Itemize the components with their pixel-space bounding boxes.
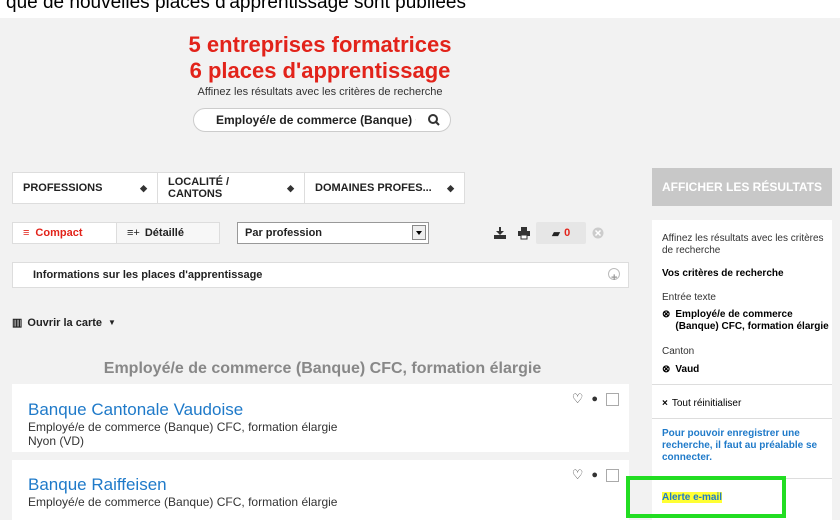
profession-section-title: Employé/e de commerce (Banque) CFC, form… [103,360,542,377]
result-card: Banque Cantonale Vaudoise Employé/e de c… [12,384,629,452]
sort-select-value: Par profession [245,227,323,239]
chevron-down-icon: ▼ [108,318,116,327]
result-location: Nyon (VD) [28,434,85,448]
result-actions: ♡ ● [572,467,619,483]
info-bar-label: Informations sur les places d'apprentiss… [33,269,263,281]
filter-domains[interactable]: DOMAINES PROFES... ◆ [305,173,464,203]
chevron-down-icon [412,225,426,240]
select-checkbox[interactable] [606,468,619,482]
remove-icon[interactable]: ⊗ [662,364,670,376]
places-count-title: 6 places d'apprentissage [189,58,451,83]
detailed-label: Détaillé [144,227,184,239]
sidebar-canton-value: Vaud [675,364,700,375]
clear-icon[interactable] [586,222,610,244]
close-icon: × [662,398,668,409]
sidebar-canton-label: Canton [662,346,695,357]
compact-view-toggle[interactable]: ≡ Compact [12,222,117,244]
filter-domains-label: DOMAINES PROFES... [315,182,432,194]
login-note-link[interactable]: Pour pouvoir enregistrer une recherche, … [662,428,822,464]
result-profession: Employé/e de commerce (Banque) CFC, form… [28,420,338,434]
company-name-link[interactable]: Banque Cantonale Vaudoise [28,400,629,420]
hero-subtitle: Affinez les résultats avec les critères … [197,86,443,98]
sidebar-text-entry-value: Employé/e de commerce (Banque) CFC, form… [675,309,829,332]
companies-count-title: 5 entreprises formatrices [188,32,452,57]
result-card: Banque Raiffeisen Employé/e de commerce … [12,460,629,520]
sort-arrows-icon: ◆ [447,182,454,193]
search-input[interactable]: Employé/e de commerce (Banque) CF( [216,113,416,127]
banner-text: que de nouvelles places d'apprentissage … [6,0,466,13]
show-results-button[interactable]: AFFICHER LES RÉSULTATS [652,168,832,206]
map-icon: ▥ [12,317,23,329]
sort-arrows-icon: ◆ [140,182,147,193]
filter-professions[interactable]: PROFESSIONS ◆ [13,173,158,203]
sidebar-divider [652,384,832,385]
remove-icon[interactable]: ⊗ [662,309,670,333]
filter-professions-label: PROFESSIONS [23,182,103,194]
company-name-link[interactable]: Banque Raiffeisen [28,475,629,495]
cart-counter[interactable]: ▰ 0 [536,222,586,244]
print-icon[interactable] [512,222,536,244]
filter-bar: PROFESSIONS ◆ LOCALITÉ / CANTONS ◆ DOMAI… [12,172,465,204]
search-icon[interactable] [426,112,442,128]
map-pin-icon[interactable]: ● [591,393,598,405]
filter-locality-label: LOCALITÉ / CANTONS [168,176,230,200]
list-plus-icon: ≡+ [127,227,140,239]
detailed-view-toggle[interactable]: ≡+ Détaillé [116,222,220,244]
result-actions: ♡ ● [572,391,619,407]
open-map-label: Ouvrir la carte [27,316,102,329]
result-profession: Employé/e de commerce (Banque) CFC, form… [28,495,338,509]
open-map-link[interactable]: ▥ Ouvrir la carte ▼ [12,316,116,330]
sidebar-intro: Affinez les résultats avec les critères … [662,233,824,256]
sidebar-divider [652,418,832,419]
download-icon[interactable] [488,222,512,244]
reset-all-label: Tout réinitialiser [671,398,742,409]
compact-label: Compact [35,227,83,239]
cart-count: 0 [564,227,571,239]
select-checkbox[interactable] [606,392,619,406]
heart-icon[interactable]: ♡ [572,467,584,483]
sort-select[interactable]: Par profession [237,222,429,244]
heart-icon[interactable]: ♡ [572,391,584,407]
sort-arrows-icon: ◆ [287,182,294,193]
sidebar-text-entry-chip[interactable]: ⊗ Employé/e de commerce (Banque) CFC, fo… [662,309,832,333]
top-banner: que de nouvelles places d'apprentissage … [0,0,840,18]
sidebar-canton-chip[interactable]: ⊗ Vaud [662,364,832,376]
email-alert-highlight [626,476,786,518]
search-criteria-sidebar: Affinez les résultats avec les critères … [652,220,832,520]
sidebar-criteria-title: Vos critères de recherche [662,268,784,279]
search-field[interactable]: Employé/e de commerce (Banque) CF( [193,108,451,132]
menu-icon: ≡ [23,227,30,239]
reset-all-link[interactable]: × Tout réinitialiser [662,398,832,410]
apprenticeship-info-expander[interactable]: Informations sur les places d'apprentiss… [12,262,629,290]
filter-locality[interactable]: LOCALITÉ / CANTONS ◆ [158,173,305,203]
folder-icon: ▰ [551,227,561,240]
map-pin-icon[interactable]: ● [591,469,598,481]
sidebar-text-entry-label: Entrée texte [662,292,716,303]
expand-plus-icon [608,266,620,290]
result-tools: ▰ 0 [488,222,628,244]
